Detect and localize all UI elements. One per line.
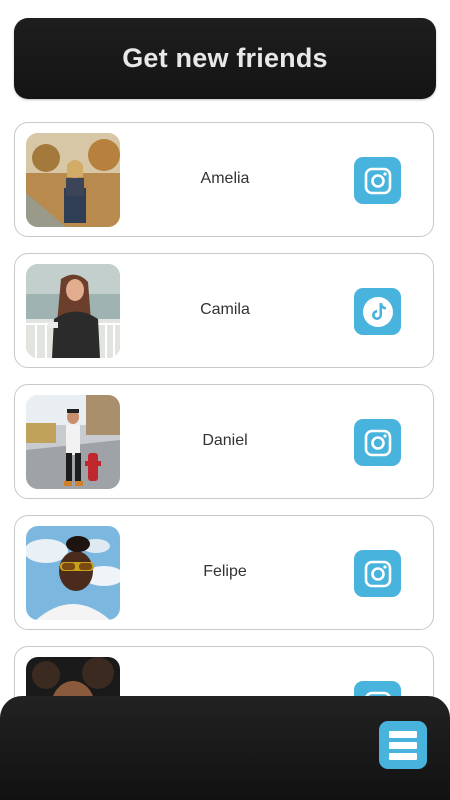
instagram-button[interactable] xyxy=(354,550,401,597)
menu-icon xyxy=(389,752,417,760)
avatar xyxy=(26,264,120,358)
avatar xyxy=(26,395,120,489)
tiktok-icon xyxy=(362,296,393,327)
instagram-icon xyxy=(364,560,391,587)
avatar xyxy=(26,133,120,227)
friend-card-daniel[interactable]: Daniel xyxy=(14,384,434,499)
instagram-icon xyxy=(364,167,391,194)
instagram-button[interactable] xyxy=(354,157,401,204)
friends-list: Amelia Camila Daniel Felipe xyxy=(0,0,450,800)
tiktok-button[interactable] xyxy=(354,288,401,335)
friend-card-amelia[interactable]: Amelia xyxy=(14,122,434,237)
friend-card-felipe[interactable]: Felipe xyxy=(14,515,434,630)
friend-name: Camila xyxy=(200,301,250,318)
instagram-icon xyxy=(364,429,391,456)
friend-card-camila[interactable]: Camila xyxy=(14,253,434,368)
menu-icon xyxy=(389,730,417,738)
menu-button[interactable] xyxy=(379,721,427,769)
friend-name: Felipe xyxy=(203,563,247,580)
instagram-button[interactable] xyxy=(354,419,401,466)
friend-name: Amelia xyxy=(200,170,250,187)
menu-icon xyxy=(389,741,417,749)
bottom-bar xyxy=(0,696,450,800)
avatar xyxy=(26,526,120,620)
friend-name: Daniel xyxy=(202,432,248,449)
